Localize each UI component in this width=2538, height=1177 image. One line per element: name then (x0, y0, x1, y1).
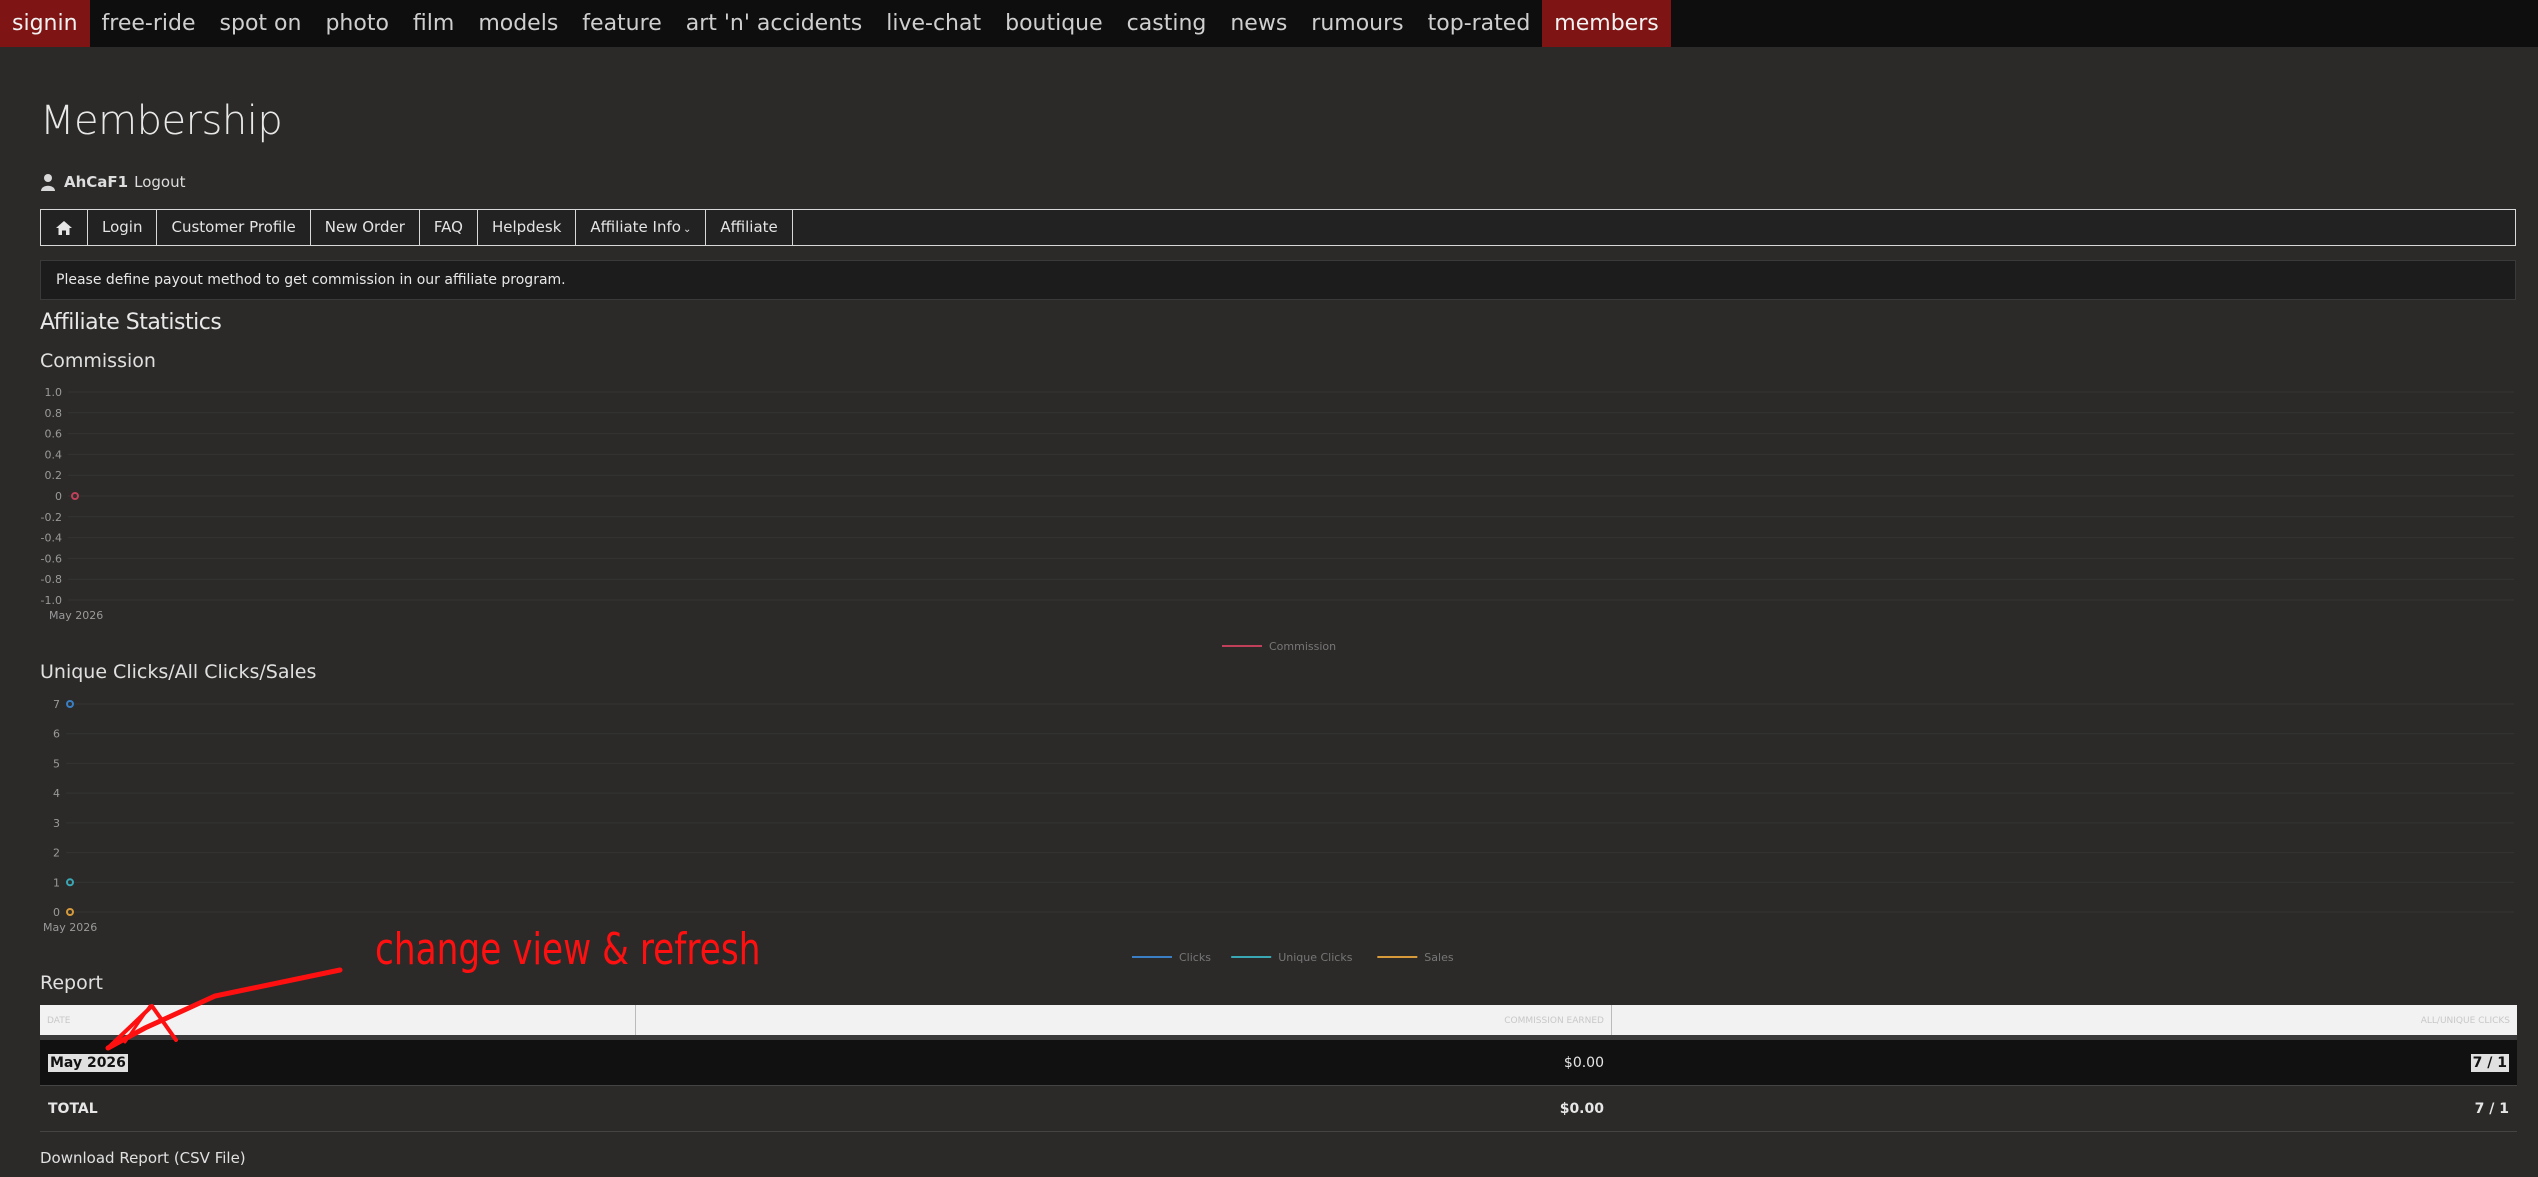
chevron-down-icon: ⌄ (682, 224, 692, 235)
nav-film[interactable]: film (401, 0, 466, 47)
header-commission[interactable]: COMMISSION EARNED (636, 1005, 1612, 1035)
nav-news[interactable]: news (1218, 0, 1299, 47)
row-date-link[interactable]: May 2026 (48, 1053, 128, 1072)
y-tick-label: 0.2 (45, 469, 63, 482)
x-tick-label: May 2026 (49, 609, 103, 622)
logout-link[interactable]: Logout (134, 173, 185, 191)
y-tick-label: 1.0 (45, 386, 63, 399)
total-clicks: 7 / 1 (2474, 1100, 2509, 1117)
y-tick-label: 0.4 (45, 448, 63, 461)
y-tick-label: 0.8 (45, 407, 63, 420)
menu-faq[interactable]: FAQ (420, 210, 478, 245)
y-tick-label: 7 (53, 698, 60, 711)
member-menu: Login Customer Profile New Order FAQ Hel… (40, 209, 2516, 246)
legend-label: Clicks (1179, 951, 1211, 964)
report-header: DATE COMMISSION EARNED ALL/UNIQUE CLICKS (40, 1005, 2517, 1040)
report-title: Report (40, 972, 103, 994)
y-tick-label: 4 (53, 787, 60, 800)
y-tick-label: -1.0 (41, 594, 62, 607)
nav-members[interactable]: members (1542, 0, 1671, 47)
nav-live-chat[interactable]: live-chat (874, 0, 993, 47)
nav-spot-on[interactable]: spot on (208, 0, 314, 47)
y-tick-label: -0.8 (41, 573, 62, 586)
menu-affiliate-info[interactable]: Affiliate Info ⌄ (576, 210, 707, 245)
nav-free-ride[interactable]: free-ride (90, 0, 208, 47)
nav-casting[interactable]: casting (1115, 0, 1219, 47)
nav-photo[interactable]: photo (313, 0, 400, 47)
nav-top-rated[interactable]: top-rated (1416, 0, 1543, 47)
x-tick-label: May 2026 (43, 921, 97, 934)
page-title: Membership (40, 98, 283, 144)
home-button[interactable] (41, 210, 88, 245)
y-tick-label: 5 (53, 757, 60, 770)
top-navigation: signin free-ride spot on photo film mode… (0, 0, 2538, 47)
user-icon (41, 174, 55, 191)
menu-affiliate[interactable]: Affiliate (706, 210, 793, 245)
nav-feature[interactable]: feature (570, 0, 673, 47)
section-title: Affiliate Statistics (40, 310, 222, 335)
username: AhCaF1 (64, 173, 129, 191)
commission-chart: 1.0 0.8 0.6 0.4 0.2 0 -0.2 -0.4 -0.6 -0.8 -1.0 May … (41, 386, 2514, 653)
nav-rumours[interactable]: rumours (1299, 0, 1415, 47)
y-tick-label: 3 (53, 817, 60, 830)
y-tick-label: -0.6 (41, 552, 62, 565)
y-tick-label: -0.2 (41, 511, 62, 524)
nav-art-n-accidents[interactable]: art 'n' accidents (674, 0, 875, 47)
header-date[interactable]: DATE (40, 1005, 636, 1035)
legend-label: Sales (1424, 951, 1454, 964)
row-clicks: 7 / 1 (2470, 1053, 2509, 1072)
y-tick-label: 0.6 (45, 428, 63, 441)
y-tick-label: 0 (55, 490, 62, 503)
y-tick-label: 1 (53, 876, 60, 889)
total-row: TOTAL $0.00 7 / 1 (40, 1086, 2517, 1132)
y-tick-label: 0 (53, 906, 60, 919)
row-clicks-cell: 7 / 1 (1612, 1053, 2517, 1072)
row-date-cell: May 2026 (40, 1053, 636, 1072)
download-report-link[interactable]: Download Report (CSV File) (40, 1149, 246, 1167)
menu-helpdesk[interactable]: Helpdesk (478, 210, 577, 245)
legend-label: Commission (1269, 640, 1336, 653)
affiliate-info-label: Affiliate Info (590, 218, 681, 236)
y-tick-label: 6 (53, 728, 60, 741)
nav-models[interactable]: models (466, 0, 570, 47)
legend-label: Unique Clicks (1278, 951, 1353, 964)
y-tick-label: 2 (53, 847, 60, 860)
total-label: TOTAL (48, 1100, 98, 1117)
header-clicks[interactable]: ALL/UNIQUE CLICKS (1612, 1005, 2517, 1035)
menu-login[interactable]: Login (88, 210, 158, 245)
y-tick-label: -0.4 (41, 532, 62, 545)
payout-notice: Please define payout method to get commi… (40, 260, 2516, 300)
user-line: AhCaF1 Logout (40, 173, 185, 191)
annotation-text: change view & refresh (375, 924, 761, 975)
clicks-chart-title: Unique Clicks/All Clicks/Sales (40, 661, 317, 683)
commission-chart-title: Commission (40, 350, 156, 372)
total-commission: $0.00 (1559, 1100, 1604, 1117)
row-commission: $0.00 (1563, 1054, 1604, 1071)
nav-boutique[interactable]: boutique (993, 0, 1115, 47)
report-table: DATE COMMISSION EARNED ALL/UNIQUE CLICKS… (40, 1005, 2517, 1132)
table-row: May 2026 $0.00 7 / 1 (40, 1040, 2517, 1086)
menu-new-order[interactable]: New Order (311, 210, 420, 245)
nav-signin[interactable]: signin (0, 0, 90, 47)
menu-customer-profile[interactable]: Customer Profile (157, 210, 311, 245)
home-icon (56, 220, 72, 235)
